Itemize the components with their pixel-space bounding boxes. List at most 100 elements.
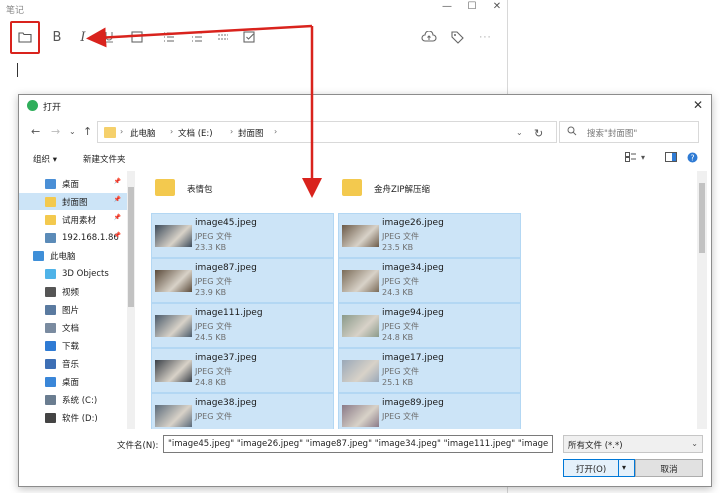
file-size: 24.3 KB (382, 288, 414, 297)
view-dropdown-icon[interactable]: ▾ (641, 153, 645, 162)
sidebar-item[interactable]: 桌面 📌 (19, 175, 129, 192)
list-bullets-icon[interactable] (160, 28, 178, 46)
navigation-scrollbar[interactable] (127, 171, 135, 429)
sidebar-item-label: 文档 (62, 323, 80, 334)
pin-icon: 📌 (113, 232, 121, 239)
cancel-button[interactable]: 取消 (635, 459, 703, 477)
file-item[interactable]: image111.jpeg JPEG 文件 24.5 KB (151, 303, 334, 348)
maximize-button[interactable]: ☐ (465, 1, 479, 12)
scroll-thumb[interactable] (699, 183, 705, 253)
image-thumbnail (342, 315, 379, 337)
tag-icon[interactable] (448, 28, 466, 46)
sidebar-item-label: 系统 (C:) (62, 395, 98, 406)
sidebar-item[interactable]: 音乐 (19, 355, 129, 372)
file-list-scrollbar[interactable] (697, 171, 707, 429)
sidebar-item[interactable]: 封面图 📌 (19, 193, 129, 210)
folder-icon (104, 127, 116, 138)
image-thumbnail (342, 225, 379, 247)
folder-item[interactable]: 表情包 (147, 171, 327, 207)
folder-icon (342, 179, 362, 196)
notes-title: 笔记 (6, 6, 25, 16)
sidebar-item[interactable]: 桌面 (19, 373, 129, 390)
up-arrow-icon[interactable]: ↑ (83, 125, 92, 138)
sidebar-item[interactable]: 192.168.1.86 📌 (19, 229, 129, 246)
divider-icon[interactable] (214, 28, 232, 46)
pin-icon: 📌 (113, 214, 121, 221)
file-item[interactable]: image34.jpeg JPEG 文件 24.3 KB (338, 258, 521, 303)
file-item[interactable]: image87.jpeg JPEG 文件 23.9 KB (151, 258, 334, 303)
file-item[interactable]: image17.jpeg JPEG 文件 25.1 KB (338, 348, 521, 393)
file-item[interactable]: image89.jpeg JPEG 文件 (338, 393, 521, 429)
file-item[interactable]: image26.jpeg JPEG 文件 23.5 KB (338, 213, 521, 258)
search-box[interactable]: 搜索"封面图" (559, 121, 699, 143)
file-item[interactable]: image45.jpeg JPEG 文件 23.3 KB (151, 213, 334, 258)
breadcrumb-documents[interactable]: 文档 (E:) (178, 127, 213, 139)
image-icon[interactable] (128, 28, 146, 46)
file-item[interactable]: image38.jpeg JPEG 文件 (151, 393, 334, 429)
file-name: image111.jpeg (195, 308, 263, 318)
image-thumbnail (342, 405, 379, 427)
minimize-button[interactable]: — (440, 1, 454, 12)
scroll-thumb[interactable] (128, 187, 134, 307)
svg-text:?: ? (690, 153, 694, 162)
sidebar-item-label: 音乐 (62, 359, 80, 370)
italic-button[interactable]: I (74, 28, 92, 46)
preview-pane-icon[interactable] (665, 152, 677, 165)
close-button[interactable]: ✕ (490, 1, 504, 12)
filename-input[interactable]: "image45.jpeg" "image26.jpeg" "image87.j… (163, 435, 553, 453)
organize-menu[interactable]: 组织 ▾ (33, 153, 57, 165)
text-caret (17, 63, 18, 77)
file-name: image87.jpeg (195, 263, 257, 273)
sidebar-item[interactable]: 下载 (19, 337, 129, 354)
chevron-right-icon: › (230, 127, 234, 136)
sidebar-item[interactable]: 文档 (19, 319, 129, 336)
sidebar-item-label: 下载 (62, 341, 80, 352)
sidebar-item-label: 192.168.1.86 (62, 232, 119, 243)
folder-button-highlight (10, 21, 40, 54)
sidebar-item-icon (45, 358, 56, 369)
address-bar[interactable]: › 此电脑 › 文档 (E:) › 封面图 › ⌄ ↻ (97, 121, 557, 143)
open-button[interactable]: 打开(O) ▾ (563, 459, 635, 477)
help-icon[interactable]: ? (687, 152, 698, 166)
dialog-title: 打开 (43, 103, 62, 113)
file-item[interactable]: image37.jpeg JPEG 文件 24.8 KB (151, 348, 334, 393)
sidebar-item[interactable]: 软件 (D:) (19, 409, 129, 426)
open-dropdown-icon[interactable]: ▾ (622, 463, 626, 472)
file-item[interactable]: image94.jpeg JPEG 文件 24.8 KB (338, 303, 521, 348)
forward-arrow-icon[interactable]: → (51, 125, 60, 138)
file-name: image89.jpeg (382, 398, 444, 408)
more-icon[interactable]: ⋯ (476, 28, 494, 46)
filetype-select[interactable]: 所有文件 (*.*) ⌄ (563, 435, 703, 453)
sidebar-item[interactable]: 视频 (19, 283, 129, 300)
file-name: image45.jpeg (195, 218, 257, 228)
search-placeholder: 搜索"封面图" (587, 129, 638, 139)
sidebar-item-label: 封面图 (62, 197, 88, 208)
recent-dropdown-icon[interactable]: ⌄ (69, 127, 76, 136)
cloud-upload-icon[interactable] (420, 28, 438, 46)
list-numbers-icon[interactable] (188, 28, 206, 46)
breadcrumb-this-pc[interactable]: 此电脑 (130, 127, 156, 139)
underline-icon[interactable] (100, 28, 118, 46)
bold-button[interactable]: B (48, 28, 66, 46)
sidebar-item-label: 试用素材 (62, 215, 97, 226)
refresh-icon[interactable]: ↻ (534, 127, 543, 140)
address-dropdown-icon[interactable]: ⌄ (516, 128, 523, 137)
sidebar-item[interactable]: 图片 (19, 301, 129, 318)
folder-item[interactable]: 金舟ZIP解压缩 (334, 171, 514, 207)
pin-icon: 📌 (113, 178, 121, 185)
sidebar-item[interactable]: 3D Objects (19, 265, 129, 282)
view-options-icon[interactable] (625, 152, 637, 165)
file-type: JPEG 文件 (195, 412, 232, 421)
sidebar-item[interactable]: 此电脑 (19, 247, 129, 264)
back-arrow-icon[interactable]: ← (31, 125, 40, 138)
breadcrumb-cover[interactable]: 封面图 (238, 127, 264, 139)
new-folder-button[interactable]: 新建文件夹 (83, 153, 126, 165)
dialog-close-button[interactable]: ✕ (693, 98, 703, 112)
sidebar-item[interactable]: 试用素材 📌 (19, 211, 129, 228)
sidebar-item-label: 桌面 (62, 179, 80, 190)
checkbox-icon[interactable] (240, 28, 258, 46)
sidebar-item[interactable]: 系统 (C:) (19, 391, 129, 408)
address-row: ← → ⌄ ↑ › 此电脑 › 文档 (E:) › 封面图 › ⌄ ↻ 搜索"封… (19, 119, 711, 145)
filename-label: 文件名(N): (117, 441, 159, 451)
sidebar-item-label: 3D Objects (62, 268, 109, 279)
